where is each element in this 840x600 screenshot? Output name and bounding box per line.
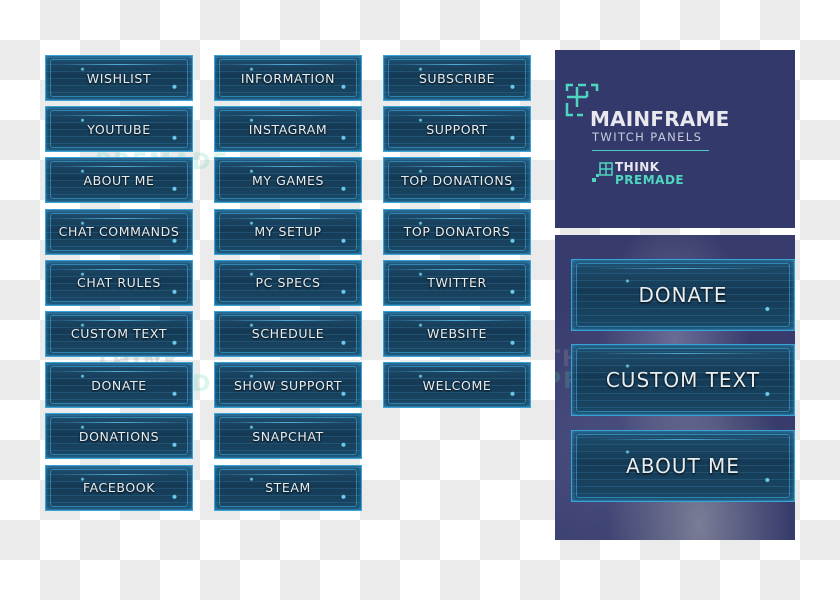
panel-information[interactable]: INFORMATION [214,55,362,101]
panel-my-setup[interactable]: MY SETUP [214,208,362,255]
panel-facebook[interactable]: FACEBOOK [45,464,193,511]
panel-my-games[interactable]: MY GAMES [214,157,362,204]
panel-label: YOUTUBE [87,121,151,137]
panel-steam[interactable]: STEAM [214,464,362,511]
think-premade-logo-icon [592,162,613,182]
panel-label: PC SPECS [255,275,321,291]
panel-instagram[interactable]: INSTAGRAM [214,106,362,153]
panel-label: SHOW SUPPORT [233,377,343,393]
panel-column-2: INFORMATION INSTAGRAM MY GAMES MY SETUP … [214,55,362,516]
preview-panel-custom-text[interactable]: CUSTOM TEXT [571,344,795,416]
panel-label: ABOUT ME [83,172,155,188]
preview-panel-about-me[interactable]: ABOUT ME [571,430,795,502]
panel-custom-text[interactable]: CUSTOM TEXT [45,310,193,357]
panel-twitter[interactable]: TWITTER [383,259,531,306]
panel-donate[interactable]: DONATE [45,362,193,409]
panel-label: SUBSCRIBE [418,70,496,86]
brand-divider [592,150,709,151]
maker-name-line1: THINK [615,160,660,174]
panel-pc-specs[interactable]: PC SPECS [214,259,362,306]
panel-label: CHAT RULES [77,275,161,291]
panel-welcome[interactable]: WELCOME [383,362,531,409]
panel-support[interactable]: SUPPORT [383,106,531,153]
panel-label: MY GAMES [251,172,325,188]
panel-show-support[interactable]: SHOW SUPPORT [214,362,362,409]
panel-label: WISHLIST [86,70,152,86]
brand-subtitle: TWITCH PANELS [592,130,703,144]
panel-wishlist[interactable]: WISHLIST [45,55,193,101]
panel-label: TWITTER [427,275,487,291]
panel-label: MY SETUP [254,224,322,240]
panel-website[interactable]: WEBSITE [383,310,531,357]
panel-youtube[interactable]: YOUTUBE [45,106,193,153]
panel-label: CUSTOM TEXT [605,368,761,392]
panel-schedule[interactable]: SCHEDULE [214,310,362,357]
panel-label: CHAT COMMANDS [58,224,180,240]
maker-name-line2: PREMADE [615,173,685,187]
panel-donations[interactable]: DONATIONS [45,413,193,460]
panel-subscribe[interactable]: SUBSCRIBE [383,55,531,101]
panel-label: CUSTOM TEXT [70,326,168,342]
panel-label: ABOUT ME [626,454,740,478]
panel-chat-rules[interactable]: CHAT RULES [45,259,193,306]
panel-label: DONATIONS [78,428,160,444]
panel-label: FACEBOOK [82,480,156,495]
panel-label: WELCOME [422,377,492,393]
panel-column-3: SUBSCRIBE SUPPORT TOP DONATIONS TOP DONA… [383,55,531,413]
preview-panel-donate[interactable]: DONATE [571,259,795,331]
brand-title: MAINFRAME [590,107,730,131]
panel-column-1: WISHLIST YOUTUBE ABOUT ME CHAT COMMANDS … [45,55,193,516]
panel-label: WEBSITE [427,326,487,342]
panel-label: DONATE [638,283,728,307]
panel-label: INSTAGRAM [248,121,328,137]
brand-card: MAINFRAME TWITCH PANELS THINK PREMADE [555,50,795,228]
panel-label: TOP DONATORS [403,224,511,240]
panel-label: SCHEDULE [251,326,325,342]
panel-label: INFORMATION [240,70,336,86]
panel-about-me[interactable]: ABOUT ME [45,157,193,204]
panel-top-donators[interactable]: TOP DONATORS [383,208,531,255]
panel-top-donations[interactable]: TOP DONATIONS [383,157,531,204]
panel-label: SNAPCHAT [252,428,324,444]
panel-label: TOP DONATIONS [401,172,513,188]
preview-card: THINK PREMADE DONATE CUSTOM TEXT ABOUT M… [555,235,795,540]
panel-chat-commands[interactable]: CHAT COMMANDS [45,208,193,255]
panel-label: SUPPORT [426,121,488,137]
panel-label: DONATE [91,377,147,393]
panel-label: STEAM [265,480,311,495]
panel-snapchat[interactable]: SNAPCHAT [214,413,362,460]
